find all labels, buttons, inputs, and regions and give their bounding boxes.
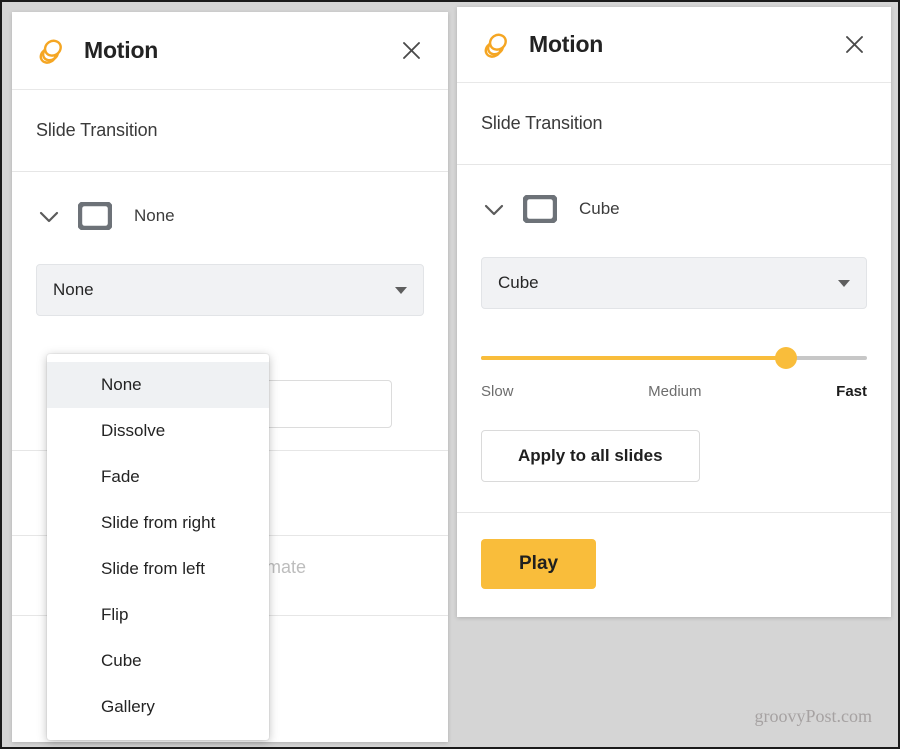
- dropdown-option-dissolve[interactable]: Dissolve: [47, 408, 269, 454]
- dropdown-option-fade[interactable]: Fade: [47, 454, 269, 500]
- panel-title-left: Motion: [84, 37, 159, 63]
- transition-select-left[interactable]: None: [36, 264, 424, 316]
- motion-panel-right: Motion Slide Transition Cube Cube Slow M…: [457, 7, 891, 617]
- panel-title-right: Motion: [529, 31, 604, 57]
- slide-frame-icon: [523, 195, 557, 223]
- motion-stacked-slides-icon: [484, 33, 507, 58]
- panel-header-left: Motion: [12, 12, 448, 90]
- motion-panel-left: Motion Slide Transition None None animat…: [12, 12, 448, 742]
- dropdown-option-none[interactable]: None: [47, 362, 269, 408]
- speed-label-medium: Medium: [648, 383, 702, 400]
- transition-select-right[interactable]: Cube: [481, 257, 867, 309]
- close-icon: [845, 36, 863, 53]
- section-header-slide-transition-right: Slide Transition: [457, 83, 891, 165]
- close-button-right[interactable]: [839, 30, 869, 60]
- panel-footer-right: Play: [457, 512, 891, 617]
- chevron-down-icon[interactable]: [36, 203, 62, 229]
- dropdown-option-slide-from-right[interactable]: Slide from right: [47, 500, 269, 546]
- speed-label-fast: Fast: [836, 383, 867, 400]
- panel-header-right: Motion: [457, 7, 891, 83]
- transition-name-left: None: [134, 206, 175, 225]
- slide-frame-icon: [78, 202, 112, 230]
- dropdown-option-flip[interactable]: Flip: [47, 592, 269, 638]
- speed-slider[interactable]: [481, 347, 867, 369]
- dropdown-option-gallery[interactable]: Gallery: [47, 684, 269, 730]
- caret-down-icon: [838, 279, 850, 287]
- play-button[interactable]: Play: [481, 539, 597, 589]
- dropdown-option-cube[interactable]: Cube: [47, 638, 269, 684]
- section-label-right: Slide Transition: [481, 113, 603, 133]
- transition-name-right: Cube: [579, 199, 620, 218]
- dropdown-option-slide-from-left[interactable]: Slide from left: [47, 546, 269, 592]
- transition-summary-row-right[interactable]: Cube: [457, 165, 891, 223]
- slider-thumb[interactable]: [774, 347, 797, 369]
- close-button-left[interactable]: [396, 36, 426, 66]
- apply-to-all-slides-button[interactable]: Apply to all slides: [481, 430, 700, 482]
- section-header-slide-transition-left: Slide Transition: [12, 90, 448, 172]
- section-label-left: Slide Transition: [36, 120, 158, 140]
- slider-fill: [481, 356, 786, 360]
- transition-select-value-right: Cube: [498, 273, 539, 292]
- transition-dropdown-menu: None Dissolve Fade Slide from right Slid…: [47, 354, 269, 740]
- obscured-apply-button-left[interactable]: [252, 380, 392, 428]
- watermark: groovyPost.com: [754, 706, 872, 726]
- motion-stacked-slides-icon: [39, 39, 62, 64]
- caret-down-icon: [395, 286, 407, 294]
- speed-slider-labels: Slow Medium Fast: [481, 383, 867, 400]
- speed-label-slow: Slow: [481, 383, 514, 400]
- close-icon: [402, 42, 420, 59]
- chevron-down-icon[interactable]: [481, 196, 507, 222]
- transition-summary-row-left[interactable]: None: [12, 172, 448, 230]
- transition-select-value-left: None: [53, 280, 94, 299]
